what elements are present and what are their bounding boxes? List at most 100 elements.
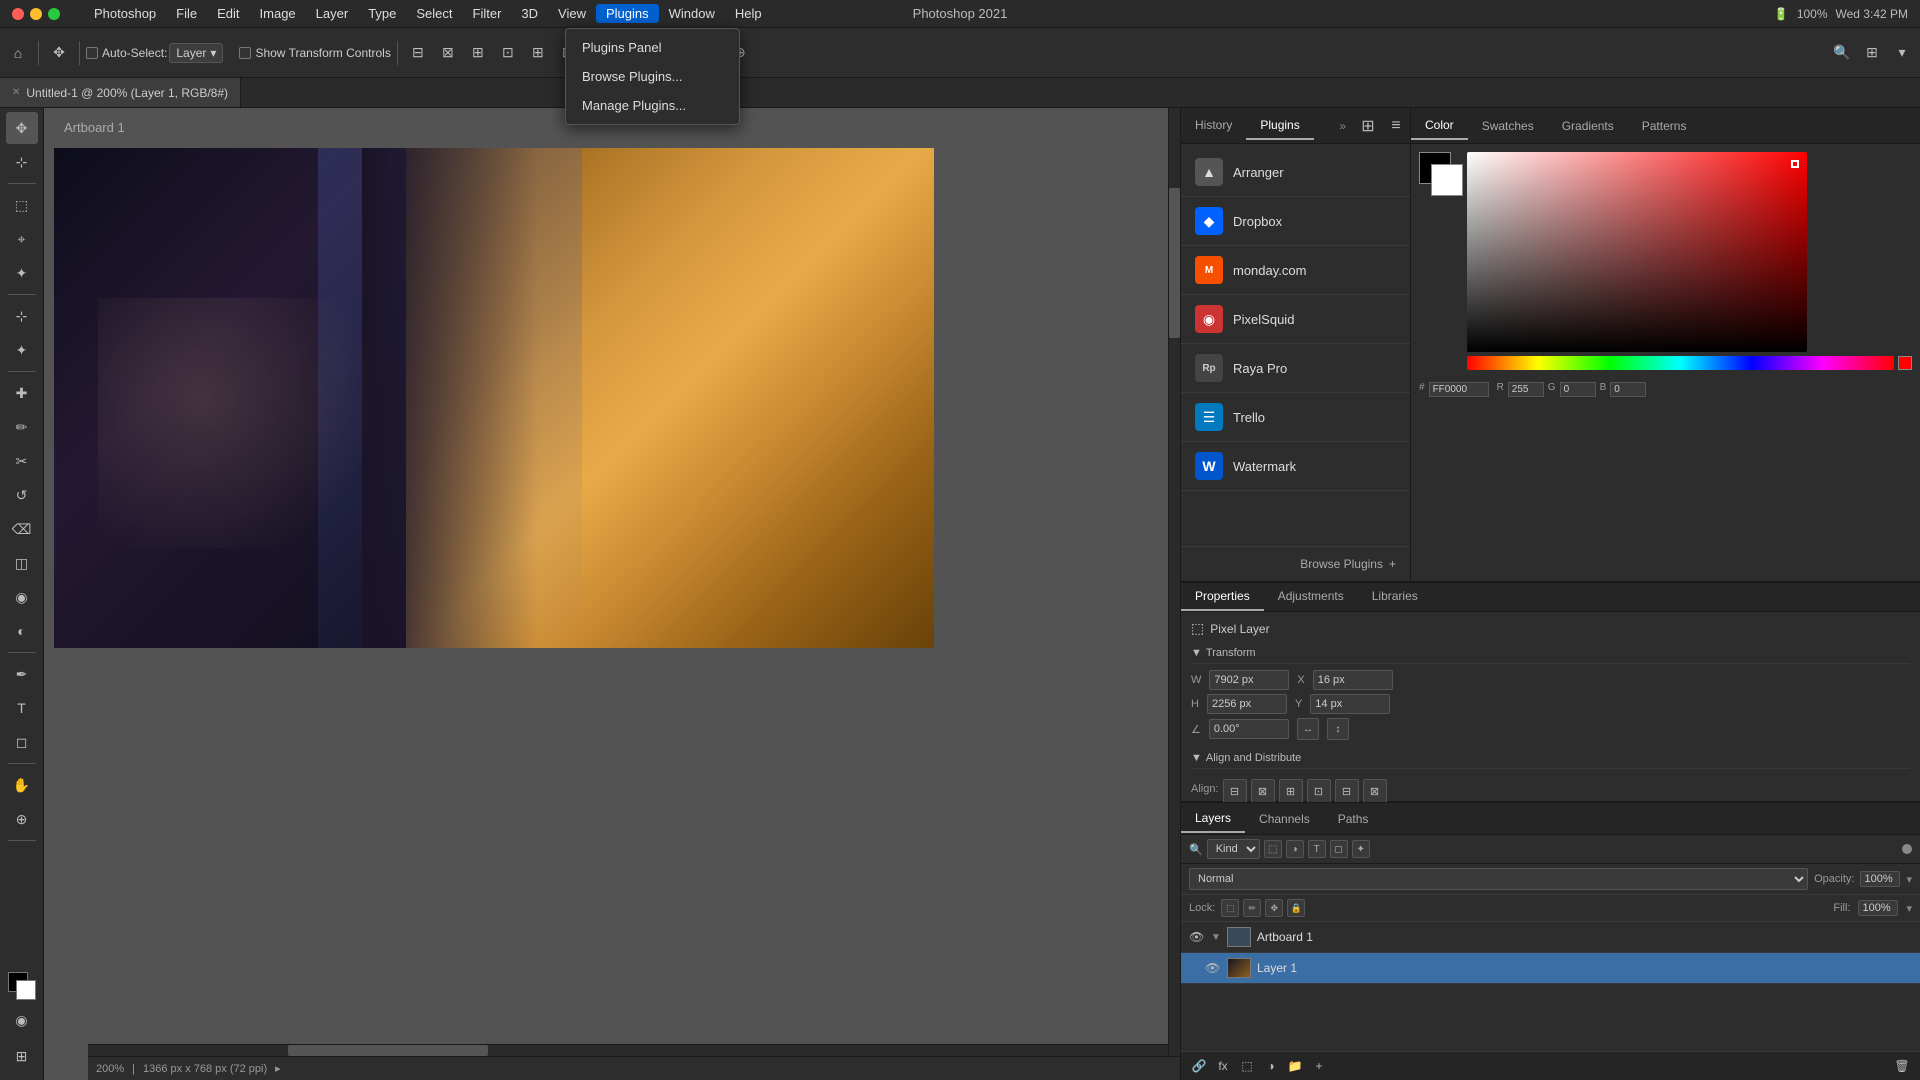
history-brush[interactable]: ↺: [6, 479, 38, 511]
home-button[interactable]: ⌂: [4, 39, 32, 67]
plugin-pixelsquid[interactable]: ◉ PixelSquid: [1181, 295, 1410, 344]
hex-input[interactable]: [1429, 382, 1489, 397]
layer1-item[interactable]: 👁 Layer 1: [1181, 953, 1920, 984]
background-swatch[interactable]: [1431, 164, 1463, 196]
window-controls[interactable]: [0, 8, 60, 20]
crop-tool[interactable]: ⊹: [6, 300, 38, 332]
menu-plugins[interactable]: Plugins: [596, 4, 659, 23]
gradients-tab[interactable]: Gradients: [1548, 113, 1628, 139]
artboard-visibility[interactable]: 👁: [1189, 930, 1205, 944]
status-arrow[interactable]: ▸: [275, 1062, 281, 1075]
filter-adjust-btn[interactable]: ◑: [1286, 840, 1304, 858]
flip-h-btn[interactable]: ↔: [1297, 718, 1319, 740]
opacity-input[interactable]: [1860, 871, 1900, 887]
search-button[interactable]: 🔍: [1828, 39, 1856, 67]
y-input[interactable]: [1310, 694, 1390, 714]
manage-plugins-item[interactable]: Manage Plugins...: [566, 91, 739, 120]
artboard-expand[interactable]: ▼: [1211, 932, 1221, 943]
properties-tab[interactable]: Properties: [1181, 583, 1264, 611]
menu-help[interactable]: Help: [725, 4, 772, 23]
show-transform-checkbox[interactable]: [239, 47, 251, 59]
lock-pixels-btn[interactable]: ⬚: [1221, 899, 1239, 917]
healing-tool[interactable]: ✚: [6, 377, 38, 409]
menu-view[interactable]: View: [548, 4, 596, 23]
flip-v-btn[interactable]: ↕: [1327, 718, 1349, 740]
paths-tab[interactable]: Paths: [1324, 806, 1383, 832]
opacity-arrow[interactable]: ▾: [1906, 873, 1912, 886]
plugin-trello[interactable]: ☰ Trello: [1181, 393, 1410, 442]
b-input[interactable]: [1610, 382, 1646, 397]
menu-photoshop[interactable]: Photoshop: [84, 4, 166, 23]
menu-edit[interactable]: Edit: [207, 4, 249, 23]
menu-file[interactable]: File: [166, 4, 207, 23]
quick-select-tool[interactable]: ✦: [6, 257, 38, 289]
minimize-button[interactable]: [30, 8, 42, 20]
hand-tool[interactable]: ✋: [6, 769, 38, 801]
auto-select-checkbox[interactable]: [86, 47, 98, 59]
plugin-monday[interactable]: M monday.com: [1181, 246, 1410, 295]
align-distribute-header[interactable]: ▼ Align and Distribute: [1191, 748, 1910, 769]
add-style-btn[interactable]: fx: [1213, 1056, 1233, 1076]
fill-arrow[interactable]: ▾: [1906, 902, 1912, 915]
color-tab[interactable]: Color: [1411, 112, 1468, 140]
align-center-btn[interactable]: ⊠: [434, 39, 462, 67]
color-spectrum[interactable]: [1467, 152, 1807, 352]
new-layer-btn[interactable]: +: [1309, 1056, 1329, 1076]
lock-artboard-btn[interactable]: ✥: [1265, 899, 1283, 917]
gradient-tool[interactable]: ◫: [6, 547, 38, 579]
libraries-tab[interactable]: Libraries: [1358, 583, 1432, 611]
channels-tab[interactable]: Channels: [1245, 806, 1324, 832]
clone-tool[interactable]: ✂: [6, 445, 38, 477]
fill-input[interactable]: [1858, 900, 1898, 916]
align-center-h-btn[interactable]: ⊠: [1251, 779, 1275, 803]
h-scroll-thumb[interactable]: [288, 1045, 488, 1056]
workspace-button[interactable]: ▾: [1888, 39, 1916, 67]
background-color[interactable]: [16, 980, 36, 1000]
w-input[interactable]: [1209, 670, 1289, 690]
blur-tool[interactable]: ◉: [6, 581, 38, 613]
layer-dropdown[interactable]: Layer ▾: [169, 43, 223, 63]
link-layers-btn[interactable]: 🔗: [1189, 1056, 1209, 1076]
blend-mode-select[interactable]: Normal: [1189, 868, 1808, 890]
document-tab[interactable]: ✕ Untitled-1 @ 200% (Layer 1, RGB/8#): [0, 78, 241, 107]
menu-filter[interactable]: Filter: [463, 4, 512, 23]
artboard-tool[interactable]: ⊹: [6, 146, 38, 178]
align-bottom-btn[interactable]: ⊠: [1363, 779, 1387, 803]
filter-dropdown[interactable]: Kind: [1207, 839, 1260, 859]
angle-input[interactable]: [1209, 719, 1289, 739]
menu-type[interactable]: Type: [358, 4, 406, 23]
panel-tab-arrows[interactable]: »: [1331, 119, 1354, 133]
hue-slider[interactable]: [1467, 356, 1894, 370]
filter-type-btn[interactable]: T: [1308, 840, 1326, 858]
g-input[interactable]: [1560, 382, 1596, 397]
shape-tool[interactable]: ◻: [6, 726, 38, 758]
align-top-btn[interactable]: ⊡: [494, 39, 522, 67]
transform-header[interactable]: ▼ Transform: [1191, 643, 1910, 664]
new-adj-layer-btn[interactable]: ◑: [1261, 1056, 1281, 1076]
plugin-arranger[interactable]: ▲ Arranger: [1181, 148, 1410, 197]
plugins-tab[interactable]: Plugins: [1246, 112, 1313, 140]
align-right-btn[interactable]: ⊞: [1279, 779, 1303, 803]
menu-3d[interactable]: 3D: [511, 4, 548, 23]
tab-close-icon[interactable]: ✕: [12, 87, 20, 98]
history-tab[interactable]: History: [1181, 112, 1246, 140]
h-scrollbar[interactable]: [88, 1044, 1180, 1056]
arrange-button[interactable]: ⊞: [1858, 39, 1886, 67]
menu-window[interactable]: Window: [659, 4, 725, 23]
h-input[interactable]: [1207, 694, 1287, 714]
lasso-tool[interactable]: ⌖: [6, 223, 38, 255]
zoom-tool[interactable]: ⊕: [6, 803, 38, 835]
v-scrollbar[interactable]: [1168, 108, 1180, 1056]
text-tool[interactable]: T: [6, 692, 38, 724]
delete-layer-btn[interactable]: 🗑: [1892, 1056, 1912, 1076]
align-middle-btn[interactable]: ⊞: [524, 39, 552, 67]
plugin-dropbox[interactable]: ◆ Dropbox: [1181, 197, 1410, 246]
filter-pixel-btn[interactable]: ⬚: [1264, 840, 1282, 858]
adjustments-tab[interactable]: Adjustments: [1264, 583, 1358, 611]
align-right-btn[interactable]: ⊞: [464, 39, 492, 67]
lock-position-btn[interactable]: ✏: [1243, 899, 1261, 917]
move-tool-options[interactable]: ✥: [45, 39, 73, 67]
menu-select[interactable]: Select: [406, 4, 462, 23]
plugin-watermark[interactable]: W Watermark: [1181, 442, 1410, 491]
swatches-tab[interactable]: Swatches: [1468, 113, 1548, 139]
